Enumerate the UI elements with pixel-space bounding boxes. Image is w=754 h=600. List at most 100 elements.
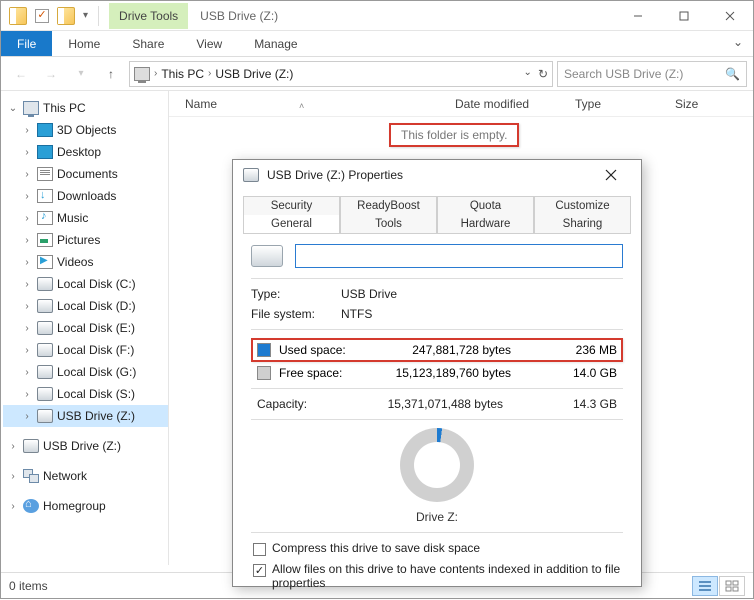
address-bar[interactable]: › This PC › USB Drive (Z:) ⌄ ↻ bbox=[129, 61, 553, 87]
disk-icon bbox=[37, 277, 53, 291]
details-view-button[interactable] bbox=[692, 576, 718, 596]
qat-checkbox[interactable]: ✓ bbox=[35, 9, 49, 23]
music-icon bbox=[37, 211, 53, 225]
tree-item[interactable]: ›Desktop bbox=[3, 141, 168, 163]
tab-readyboost[interactable]: ReadyBoost bbox=[340, 196, 437, 215]
tab-sharing[interactable]: Sharing bbox=[534, 215, 631, 233]
tree-item[interactable]: ›Local Disk (S:) bbox=[3, 383, 168, 405]
maximize-button[interactable] bbox=[661, 1, 707, 31]
disk-icon bbox=[37, 343, 53, 357]
tab-security[interactable]: Security bbox=[243, 196, 340, 215]
close-icon bbox=[605, 169, 617, 181]
search-input[interactable] bbox=[564, 67, 719, 81]
usb-icon bbox=[23, 439, 39, 453]
icons-view-button[interactable] bbox=[719, 576, 745, 596]
dialog-close-button[interactable] bbox=[591, 169, 631, 181]
tree-item-usb[interactable]: ›USB Drive (Z:) bbox=[3, 405, 168, 427]
column-date[interactable]: Date modified bbox=[439, 97, 559, 111]
used-bytes: 247,881,728 bytes bbox=[371, 343, 511, 357]
tree-item[interactable]: ›Music bbox=[3, 207, 168, 229]
up-button[interactable]: ↑ bbox=[97, 61, 125, 87]
chevron-right-icon[interactable]: › bbox=[154, 68, 157, 79]
pc-icon bbox=[134, 67, 150, 81]
ribbon-expand-icon[interactable]: ⌄ bbox=[723, 31, 753, 56]
compress-checkbox[interactable] bbox=[253, 543, 266, 556]
tree-item[interactable]: ›Downloads bbox=[3, 185, 168, 207]
disk-icon bbox=[37, 387, 53, 401]
tab-quota[interactable]: Quota bbox=[437, 196, 534, 215]
nav-tree[interactable]: ⌄This PC ›3D Objects ›Desktop ›Documents… bbox=[1, 91, 169, 565]
search-box[interactable]: 🔍 bbox=[557, 61, 747, 87]
status-count: 0 items bbox=[9, 579, 48, 593]
tab-tools[interactable]: Tools bbox=[340, 215, 437, 233]
window-title: USB Drive (Z:) bbox=[188, 3, 290, 29]
chevron-right-icon[interactable]: › bbox=[208, 68, 211, 79]
dialog-title: USB Drive (Z:) Properties bbox=[267, 168, 403, 182]
tree-this-pc[interactable]: ⌄This PC bbox=[3, 97, 168, 119]
history-dropdown-icon[interactable]: ▾ bbox=[67, 61, 95, 87]
pc-icon bbox=[23, 101, 39, 115]
tree-network[interactable]: ›Network bbox=[3, 465, 168, 487]
close-button[interactable] bbox=[707, 1, 753, 31]
folder-icon bbox=[57, 7, 75, 25]
tree-item[interactable]: ›Local Disk (D:) bbox=[3, 295, 168, 317]
column-name[interactable]: Name˄ bbox=[169, 97, 439, 111]
tree-item[interactable]: ›Local Disk (F:) bbox=[3, 339, 168, 361]
qat-dropdown-icon[interactable]: ▾ bbox=[83, 10, 88, 21]
used-swatch bbox=[257, 343, 271, 357]
compress-checkbox-row[interactable]: Compress this drive to save disk space bbox=[251, 541, 623, 556]
address-dropdown-icon[interactable]: ⌄ bbox=[524, 67, 532, 81]
usb-icon bbox=[243, 168, 259, 182]
file-tab[interactable]: File bbox=[1, 31, 52, 56]
divider bbox=[98, 6, 99, 26]
tree-item[interactable]: ›Pictures bbox=[3, 229, 168, 251]
share-tab[interactable]: Share bbox=[116, 31, 180, 56]
drive-tools-tab[interactable]: Drive Tools bbox=[109, 3, 188, 29]
view-tab[interactable]: View bbox=[180, 31, 238, 56]
column-size[interactable]: Size bbox=[659, 97, 719, 111]
manage-tab[interactable]: Manage bbox=[238, 31, 313, 56]
refresh-icon[interactable]: ↻ bbox=[538, 67, 548, 81]
tree-item[interactable]: ›Local Disk (C:) bbox=[3, 273, 168, 295]
minimize-button[interactable] bbox=[615, 1, 661, 31]
column-headers[interactable]: Name˄ Date modified Type Size bbox=[169, 91, 753, 117]
breadcrumb-location[interactable]: USB Drive (Z:) bbox=[215, 67, 293, 81]
fs-label: File system: bbox=[251, 307, 341, 321]
index-label: Allow files on this drive to have conten… bbox=[272, 562, 621, 590]
network-icon bbox=[23, 469, 39, 483]
index-checkbox[interactable] bbox=[253, 564, 266, 577]
column-type[interactable]: Type bbox=[559, 97, 659, 111]
tree-item[interactable]: ›Documents bbox=[3, 163, 168, 185]
tab-hardware[interactable]: Hardware bbox=[437, 215, 534, 233]
forward-button[interactable]: → bbox=[37, 61, 65, 87]
breadcrumb-this-pc[interactable]: This PC bbox=[161, 67, 204, 81]
capacity-human: 14.3 GB bbox=[503, 397, 623, 411]
tree-homegroup[interactable]: ›Homegroup bbox=[3, 495, 168, 517]
search-icon: 🔍 bbox=[725, 67, 740, 81]
index-checkbox-row[interactable]: Allow files on this drive to have conten… bbox=[251, 562, 623, 590]
tree-usb[interactable]: ›USB Drive (Z:) bbox=[3, 435, 168, 457]
divider bbox=[251, 388, 623, 389]
free-human: 14.0 GB bbox=[519, 366, 623, 380]
drive-icon bbox=[251, 245, 283, 267]
divider bbox=[251, 532, 623, 533]
home-tab[interactable]: Home bbox=[52, 31, 116, 56]
pictures-icon bbox=[37, 233, 53, 247]
homegroup-icon bbox=[23, 499, 39, 513]
usb-icon bbox=[37, 409, 53, 423]
documents-icon bbox=[37, 167, 53, 181]
downloads-icon bbox=[37, 189, 53, 203]
tree-item[interactable]: ›Local Disk (G:) bbox=[3, 361, 168, 383]
capacity-bytes: 15,371,071,488 bytes bbox=[363, 397, 503, 411]
compress-label: Compress this drive to save disk space bbox=[272, 541, 480, 555]
free-label: Free space: bbox=[279, 366, 363, 380]
disk-icon bbox=[37, 321, 53, 335]
capacity-label: Capacity: bbox=[257, 397, 363, 411]
drive-label-input[interactable] bbox=[295, 244, 623, 268]
tree-item[interactable]: ›Local Disk (E:) bbox=[3, 317, 168, 339]
tab-customize[interactable]: Customize bbox=[534, 196, 631, 215]
tree-item[interactable]: ›3D Objects bbox=[3, 119, 168, 141]
tab-general[interactable]: General bbox=[243, 215, 340, 233]
tree-item[interactable]: ›Videos bbox=[3, 251, 168, 273]
back-button[interactable]: ← bbox=[7, 61, 35, 87]
